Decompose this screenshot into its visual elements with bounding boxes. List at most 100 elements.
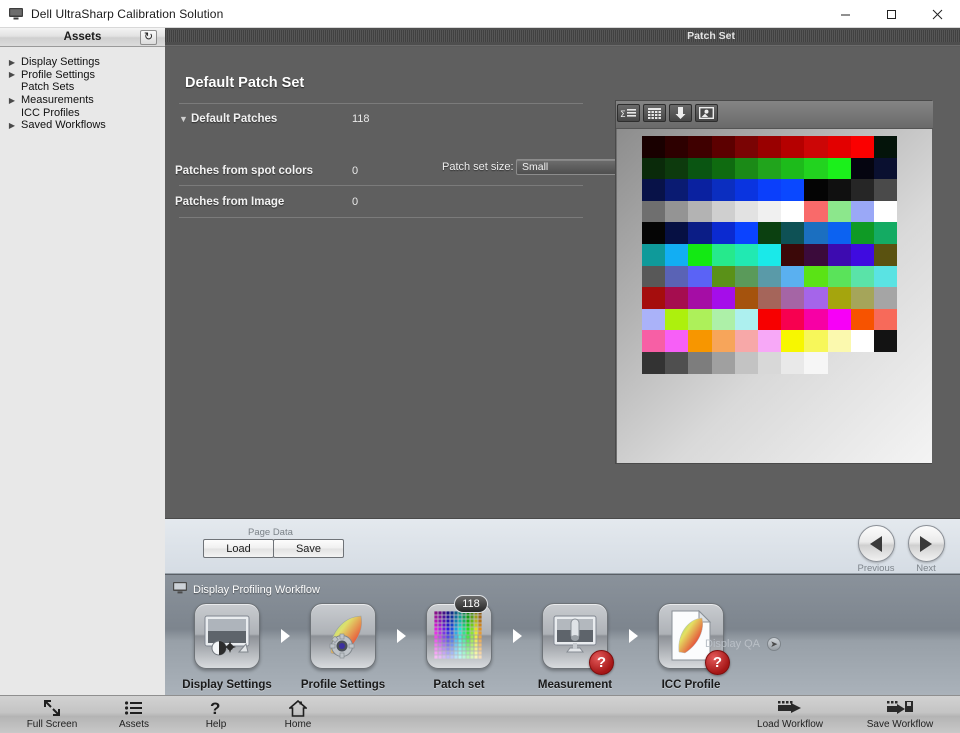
taskbar-button-load-workflow[interactable]: Load Workflow (748, 699, 832, 730)
image-icon[interactable] (695, 104, 718, 122)
taskbar-button-full-screen[interactable]: Full Screen (24, 699, 80, 730)
down-arrow-icon[interactable] (669, 104, 692, 122)
chevron-right-icon[interactable]: ▶ (5, 70, 19, 79)
color-patch (665, 287, 689, 309)
color-patch (665, 265, 689, 288)
color-patch (642, 222, 666, 244)
workflow-steps: Display Settings Profile Settings 118 Patc… (177, 595, 741, 691)
workflow-step-display-settings[interactable]: Display Settings (177, 603, 277, 691)
color-patch (827, 287, 851, 309)
color-patch (688, 330, 712, 352)
home-icon (289, 699, 307, 717)
arrow-right-icon (920, 535, 932, 552)
color-patch (734, 330, 758, 352)
color-patch (711, 308, 735, 331)
assets-header-label: Assets (63, 31, 102, 43)
sidebar-item-display-settings[interactable]: ▶ Display Settings (0, 56, 165, 69)
fullscreen-icon (43, 699, 61, 717)
summary-table-icon[interactable]: Σ (617, 104, 640, 122)
color-patch (642, 200, 666, 223)
color-patch (642, 287, 666, 309)
disclosure-triangle-icon[interactable]: ▼ (179, 114, 188, 124)
grid-icon[interactable] (643, 104, 666, 122)
previous-button[interactable]: Previous (855, 525, 897, 574)
color-patch (711, 157, 735, 180)
color-patch (850, 157, 874, 180)
color-patch (734, 243, 758, 266)
color-patch (734, 265, 758, 288)
color-patch (873, 136, 898, 158)
patch-set-icon: 118 (426, 595, 492, 669)
workflow-step-patch-set[interactable]: 118 Patch set (409, 595, 509, 691)
close-button[interactable] (914, 0, 960, 28)
color-patch (827, 243, 851, 266)
color-patch (781, 200, 805, 223)
color-patch (688, 157, 712, 180)
color-patch (711, 243, 735, 266)
save-button[interactable]: Save (273, 539, 344, 558)
taskbar-button-label: Help (205, 719, 227, 730)
load-button[interactable]: Load (203, 539, 274, 558)
display-qa-link[interactable]: Display QA ➤ (705, 637, 782, 651)
taskbar-button-save-workflow[interactable]: Save Workflow (858, 699, 942, 730)
color-patch (642, 265, 666, 288)
row-value-spot-colors: 0 (352, 165, 359, 177)
workflow-step-measurement[interactable]: ? Measurement (525, 603, 625, 691)
page-title: Default Patch Set (185, 75, 305, 91)
sidebar-item-icc-profiles[interactable]: ▶ICC Profiles (0, 106, 165, 119)
color-patch (757, 157, 782, 180)
patch-count-badge: 118 (454, 595, 488, 613)
chevron-right-icon[interactable]: ▶ (5, 121, 19, 130)
workflow-step-profile-settings[interactable]: Profile Settings (293, 603, 393, 691)
color-patch (827, 136, 851, 158)
color-patch (734, 157, 758, 180)
preview-toolbar: Σ (616, 101, 933, 129)
maximize-button[interactable] (868, 0, 914, 28)
workflow-arrow-icon (393, 603, 409, 669)
display-settings-icon (194, 603, 260, 669)
color-patch (804, 157, 828, 180)
color-patch (804, 308, 828, 331)
color-patch (873, 308, 898, 331)
color-patch (781, 351, 805, 374)
color-patch (757, 351, 782, 374)
navigation-buttons: Previous Next (855, 525, 947, 574)
color-patch (665, 179, 689, 201)
sidebar-item-profile-settings[interactable]: ▶ Profile Settings (0, 69, 165, 82)
question-mark-icon: ? (209, 699, 223, 717)
taskbar-button-assets[interactable]: Assets (106, 699, 162, 730)
color-patch (757, 243, 782, 266)
minimize-button[interactable] (822, 0, 868, 28)
patch-preview-canvas (617, 129, 932, 463)
patch-size-label: Patch set size: (442, 161, 514, 173)
color-patch (642, 157, 666, 180)
color-patch (873, 287, 898, 309)
refresh-icon[interactable]: ↻ (140, 30, 157, 45)
sidebar-item-label: Display Settings (21, 56, 100, 69)
next-button[interactable]: Next (905, 525, 947, 574)
taskbar-button-help[interactable]: ? Help (188, 699, 244, 730)
chevron-right-icon[interactable]: ▶ (5, 58, 19, 67)
row-value-default-patches: 118 (352, 113, 370, 125)
patch-size-value: Small (522, 161, 549, 173)
sidebar-item-label: Saved Workflows (21, 119, 106, 132)
sidebar-item-label: ICC Profiles (21, 106, 80, 119)
taskbar-button-home[interactable]: Home (270, 699, 326, 730)
color-patch (873, 200, 898, 223)
sidebar-item-measurements[interactable]: ▶ Measurements (0, 94, 165, 107)
color-patch (642, 136, 666, 158)
divider (179, 217, 583, 218)
page-tab-bar: Patch Set (165, 28, 960, 46)
sidebar-item-saved-workflows[interactable]: ▶ Saved Workflows (0, 119, 165, 132)
color-patch (642, 308, 666, 331)
color-patch (711, 179, 735, 201)
workflow-step-label: Measurement (537, 679, 613, 691)
chevron-right-icon[interactable]: ▶ (5, 96, 19, 105)
color-patch (757, 308, 782, 331)
color-patch (642, 243, 666, 266)
sidebar-item-patch-sets[interactable]: ▶Patch Sets (0, 81, 165, 94)
color-patch (804, 200, 828, 223)
sidebar-item-label: Profile Settings (21, 68, 95, 81)
color-patch (804, 136, 828, 158)
color-patch (804, 287, 828, 309)
